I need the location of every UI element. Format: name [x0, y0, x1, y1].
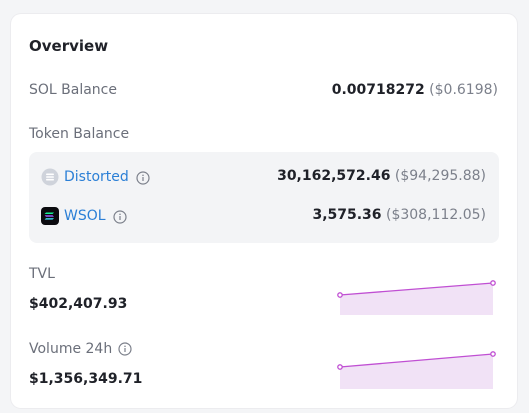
overview-card: Overview SOL Balance 0.00718272 ($0.6198… — [11, 14, 517, 408]
distorted-token-icon — [41, 168, 59, 186]
volume-label-text: Volume 24h — [29, 341, 113, 357]
token-balance-wsol: 3,575.36 ($308,112.05) — [312, 207, 486, 223]
token-balance-label: Token Balance — [29, 126, 130, 142]
token-amount-wsol: 3,575.36 — [312, 207, 382, 223]
info-icon[interactable] — [112, 209, 127, 224]
token-name-distorted[interactable]: Distorted — [64, 169, 129, 185]
token-name-wsol[interactable]: WSOL — [64, 208, 106, 224]
tvl-sparkline — [337, 280, 496, 315]
tvl-label: TVL — [29, 266, 55, 282]
sol-balance-label: SOL Balance — [29, 82, 117, 98]
token-balance-list: Distorted 30,162,572.46 ($94,295.88) WSO… — [29, 152, 499, 243]
token-amount-distorted: 30,162,572.46 — [277, 168, 391, 184]
tvl-value: $402,407.93 — [29, 296, 128, 312]
volume-sparkline — [337, 351, 496, 389]
tvl-label-text: TVL — [29, 266, 55, 282]
wsol-token-icon — [41, 207, 59, 225]
token-balance-distorted: 30,162,572.46 ($94,295.88) — [277, 168, 486, 184]
token-usd-distorted: ($94,295.88) — [394, 168, 486, 184]
sol-balance-amount: 0.00718272 — [331, 82, 425, 98]
volume-label: Volume 24h — [29, 341, 132, 357]
sol-balance-value: 0.00718272 ($0.6198) — [332, 82, 498, 98]
sol-balance-usd: ($0.6198) — [429, 82, 498, 98]
info-icon[interactable] — [136, 170, 150, 185]
token-usd-wsol: ($308,112.05) — [386, 207, 486, 223]
overview-title: Overview — [29, 37, 109, 55]
token-row-wsol: WSOL 3,575.36 ($308,112.05) — [29, 207, 499, 227]
info-icon[interactable] — [118, 342, 132, 356]
token-row-distorted: Distorted 30,162,572.46 ($94,295.88) — [29, 168, 499, 188]
volume-value: $1,356,349.71 — [29, 371, 143, 387]
